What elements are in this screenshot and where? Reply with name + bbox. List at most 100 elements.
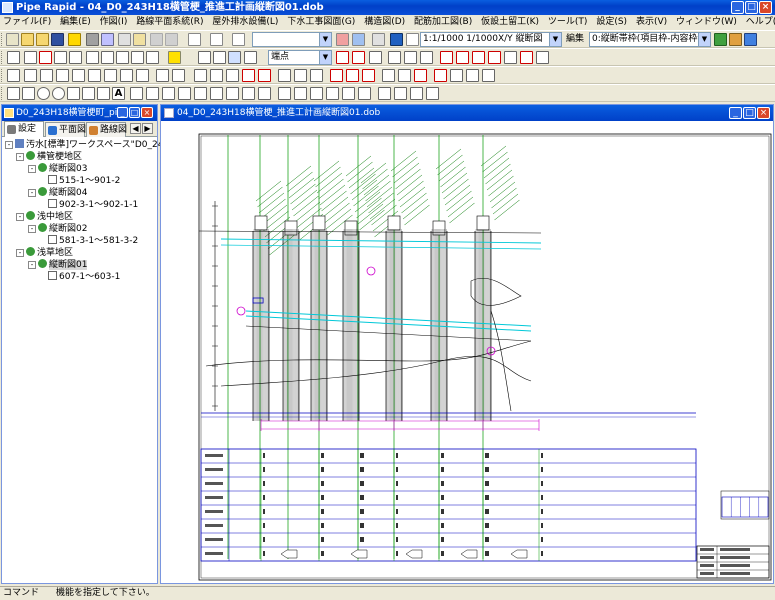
arrow-symbol-icon[interactable] <box>426 87 439 100</box>
text-tool-icon[interactable]: A <box>112 87 125 100</box>
scale-dropdown[interactable]: 1:1/1000 1/1000X/Y 縦断図 ▼ <box>420 32 562 47</box>
tree-node-profile[interactable]: - 縦断図03 <box>28 163 87 175</box>
chevron-down-icon[interactable]: ▼ <box>698 33 710 46</box>
break-icon[interactable] <box>136 69 149 82</box>
close-button[interactable]: × <box>757 107 770 119</box>
tree-node-range[interactable]: 607-1〜603-1 <box>48 271 120 283</box>
arc-tool-icon[interactable] <box>82 87 95 100</box>
collapse-icon[interactable]: - <box>16 213 24 221</box>
menu-outdoor-drainage[interactable]: 屋外排水設備(L) <box>209 15 281 30</box>
circle-tool-icon[interactable] <box>37 87 50 100</box>
snap-line-icon[interactable] <box>228 51 241 64</box>
fit-all-icon[interactable] <box>54 51 67 64</box>
chevron-down-icon[interactable]: ▼ <box>319 51 331 64</box>
mirror-icon[interactable] <box>56 69 69 82</box>
minimize-button[interactable]: _ <box>731 1 744 14</box>
bracket-icon[interactable] <box>382 69 395 82</box>
menu-edit[interactable]: 編集(E) <box>57 15 94 30</box>
dim-aligned-icon[interactable] <box>162 87 175 100</box>
minimize-button[interactable]: _ <box>729 107 742 119</box>
profile-icon[interactable] <box>504 51 517 64</box>
drawing-canvas[interactable] <box>161 121 773 583</box>
zoom-in-icon[interactable] <box>116 51 129 64</box>
layer-manager-icon[interactable] <box>744 33 757 46</box>
dim-vertical-icon[interactable] <box>146 87 159 100</box>
tab-settings[interactable]: 設定 <box>4 121 44 137</box>
snap-point-icon[interactable] <box>198 51 211 64</box>
explode-icon[interactable] <box>278 69 291 82</box>
menu-tools[interactable]: ツール(T) <box>545 15 591 30</box>
line-tool-icon[interactable] <box>7 87 20 100</box>
symbol-icon[interactable] <box>388 51 401 64</box>
array-icon[interactable] <box>226 69 239 82</box>
document-titlebar[interactable]: 04_D0_243H18横管梗_推進工計画縦断図01.dob _ □ × <box>161 105 773 121</box>
paste-icon[interactable] <box>133 33 146 46</box>
menu-sewer-drawings[interactable]: 下水工事図面(G) <box>284 15 358 30</box>
copy-object-icon[interactable] <box>24 69 37 82</box>
rectangle-tool-icon[interactable] <box>67 87 80 100</box>
delete-icon[interactable] <box>88 69 101 82</box>
layer-settings-icon[interactable] <box>352 33 365 46</box>
zoom-out-icon[interactable] <box>131 51 144 64</box>
toolbar-grip[interactable] <box>1 87 4 100</box>
line-style-icon[interactable] <box>210 33 223 46</box>
palette-icon[interactable] <box>729 33 742 46</box>
open-folder-icon[interactable] <box>21 33 34 46</box>
help-icon[interactable] <box>68 33 81 46</box>
tab-plan[interactable]: 平面図 <box>45 122 86 137</box>
join-icon[interactable] <box>258 69 271 82</box>
grid-table-icon[interactable] <box>536 51 549 64</box>
text-icon[interactable] <box>369 51 382 64</box>
pump-symbol-icon[interactable] <box>310 87 323 100</box>
menu-structure[interactable]: 構造図(D) <box>361 15 408 30</box>
dim-horizontal-icon[interactable] <box>130 87 143 100</box>
workspace-panel-titlebar[interactable]: D0_243H18横管梗町_pipe... _ □ × <box>2 105 157 121</box>
zoom-extent-icon[interactable] <box>69 51 82 64</box>
attribute-icon[interactable] <box>714 33 727 46</box>
edit-target-dropdown[interactable]: 0:縦断帯枠(項目枠-内容枠) ▼ <box>589 32 711 47</box>
pipe-end-icon[interactable] <box>482 69 495 82</box>
tree-symbol-icon[interactable] <box>410 87 423 100</box>
snap-mode-dropdown[interactable]: 端点 ▼ <box>268 50 332 65</box>
globe-icon[interactable] <box>390 33 403 46</box>
tree-node-range[interactable]: 515-1〜901-2 <box>48 175 120 187</box>
line-weight-icon[interactable] <box>232 33 245 46</box>
pipe-cross-icon[interactable] <box>466 69 479 82</box>
collapse-icon[interactable]: - <box>16 249 24 257</box>
tree-node-range[interactable]: 902-3-1〜902-1-1 <box>48 199 138 211</box>
chamfer-icon[interactable] <box>194 69 207 82</box>
ellipse-tool-icon[interactable] <box>52 87 65 100</box>
chevron-down-icon[interactable]: ▼ <box>549 33 561 46</box>
line-type-dropdown[interactable]: ▼ <box>252 32 332 47</box>
title-bar[interactable]: Pipe Rapid - 04_D0_243H18横管梗_推進工計画縦断図01.… <box>0 0 775 15</box>
chevron-down-icon[interactable]: ▼ <box>319 33 331 46</box>
menu-view[interactable]: 表示(V) <box>633 15 670 30</box>
move-icon[interactable] <box>7 69 20 82</box>
dim-angle-icon[interactable] <box>178 87 191 100</box>
measure-icon[interactable] <box>336 51 349 64</box>
collapse-icon[interactable]: - <box>28 225 36 233</box>
menu-rebar[interactable]: 配筋加工図(B) <box>411 15 475 30</box>
extend-icon[interactable] <box>120 69 133 82</box>
copy-icon[interactable] <box>118 33 131 46</box>
pipe-branch-icon[interactable] <box>450 69 463 82</box>
menu-temporary[interactable]: 仮設土留工(K) <box>478 15 542 30</box>
zoom-window-icon[interactable] <box>39 51 52 64</box>
tree-node-area[interactable]: - 横管梗地区 <box>16 151 82 163</box>
polygon-tool-icon[interactable] <box>22 87 35 100</box>
restore-button[interactable]: □ <box>129 107 140 118</box>
grid-icon[interactable] <box>406 33 419 46</box>
collapse-icon[interactable]: - <box>28 261 36 269</box>
close-button[interactable]: × <box>759 1 772 14</box>
valve-symbol-icon[interactable] <box>326 87 339 100</box>
collapse-icon[interactable]: - <box>28 165 36 173</box>
property-icon[interactable] <box>372 33 385 46</box>
dim-diameter-icon[interactable] <box>210 87 223 100</box>
building-symbol-icon[interactable] <box>394 87 407 100</box>
offset-icon[interactable] <box>156 69 169 82</box>
toolbar-grip[interactable] <box>1 69 4 82</box>
print-icon[interactable] <box>86 33 99 46</box>
tree-node-profile[interactable]: - 縦断図02 <box>28 223 87 235</box>
tab-route[interactable]: 路線図 <box>86 122 127 137</box>
manhole-symbol-icon[interactable] <box>278 87 291 100</box>
